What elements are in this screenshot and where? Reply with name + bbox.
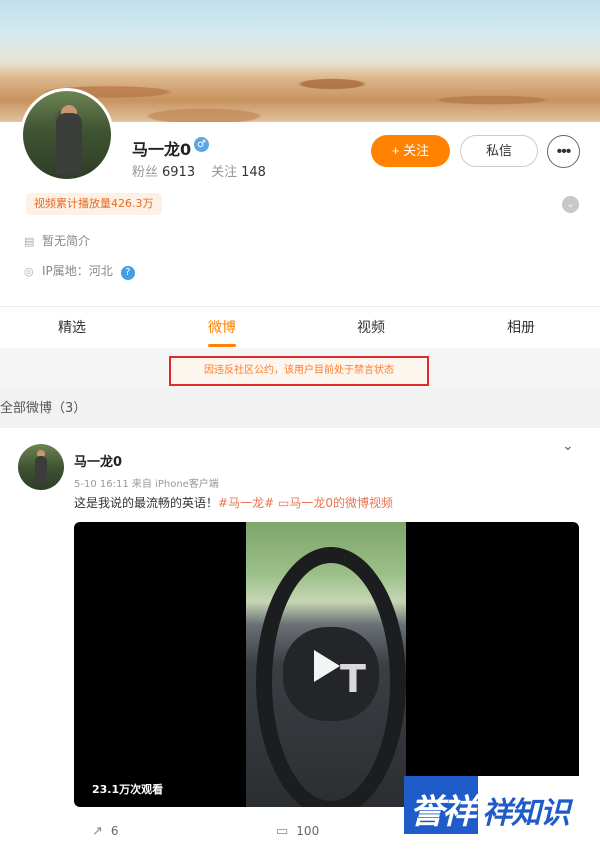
tab-album[interactable]: 相册 bbox=[507, 307, 535, 349]
comment-count: 100 bbox=[296, 824, 320, 838]
repost-count: 6 bbox=[110, 824, 119, 838]
mute-notice: 因违反社区公约，该用户目前处于禁言状态 bbox=[169, 356, 429, 386]
post-text-body: 这是我说的最流畅的英语！ bbox=[74, 496, 219, 510]
section-title[interactable]: 全部微博（3） bbox=[0, 397, 86, 416]
location-icon: ◎ bbox=[24, 265, 34, 278]
comment-button[interactable]: ▭ 100 bbox=[276, 824, 319, 839]
hashtag-link[interactable]: #马一龙# bbox=[218, 496, 274, 510]
chevron-down-icon[interactable]: ⌄ bbox=[562, 438, 574, 454]
avatar-person bbox=[56, 113, 82, 175]
video-camera-icon: ▭ bbox=[277, 496, 290, 510]
bio-row: ▤ 暂无简介 bbox=[24, 232, 90, 249]
video-plays-badge: 视频累计播放量426.3万 bbox=[26, 193, 162, 215]
avatar-person bbox=[35, 456, 47, 486]
tab-weibo[interactable]: 微博 bbox=[208, 307, 236, 349]
watermark: 誉祥 祥知识 bbox=[404, 776, 600, 834]
message-button[interactable]: 私信 bbox=[460, 135, 538, 167]
tesla-logo: T bbox=[340, 657, 366, 701]
fans-label[interactable]: 粉丝 bbox=[132, 165, 158, 180]
tab-videos[interactable]: 视频 bbox=[357, 307, 385, 349]
comment-icon: ▭ bbox=[276, 824, 289, 839]
profile-tabs: 精选 微博 视频 相册 bbox=[0, 306, 600, 348]
repost-button[interactable]: ↗ 6 bbox=[92, 824, 119, 839]
video-player[interactable]: T bbox=[74, 522, 579, 807]
fans-count[interactable]: 6913 bbox=[162, 165, 195, 180]
follow-button[interactable]: + 关注 bbox=[371, 135, 450, 167]
help-icon[interactable]: ? bbox=[120, 266, 135, 280]
ip-location-row: ◎ IP属地：河北? bbox=[24, 262, 135, 280]
ip-location-text: IP属地：河北 bbox=[42, 264, 113, 278]
tab-featured[interactable]: 精选 bbox=[58, 307, 86, 349]
document-icon: ▤ bbox=[24, 235, 35, 248]
more-options-button[interactable]: ••• bbox=[547, 135, 580, 168]
post-author-name[interactable]: 马一龙0 bbox=[74, 451, 122, 470]
play-icon[interactable] bbox=[314, 650, 340, 682]
post-meta: 5-10 16:11 来自 iPhone客户端 bbox=[74, 479, 219, 490]
post-text: 这是我说的最流畅的英语！#马一龙# ▭马一龙0的微博视频 bbox=[74, 494, 393, 511]
repost-icon: ↗ bbox=[92, 824, 103, 839]
post-author-avatar[interactable] bbox=[18, 444, 64, 490]
expand-icon[interactable]: ⌄ bbox=[562, 196, 579, 213]
following-label[interactable]: 关注 bbox=[211, 165, 237, 180]
following-count[interactable]: 148 bbox=[241, 165, 266, 180]
watermark-logo-text: 誉祥 bbox=[410, 792, 476, 832]
profile-avatar[interactable] bbox=[20, 88, 114, 182]
profile-name: 马一龙0 bbox=[132, 140, 192, 159]
video-link[interactable]: 马一龙0的微博视频 bbox=[289, 496, 393, 510]
male-icon: ♂ bbox=[194, 137, 209, 152]
video-view-count: 23.1万次观看 bbox=[92, 783, 164, 796]
profile-stats: 粉丝 6913 关注 148 bbox=[132, 161, 282, 180]
bio-text: 暂无简介 bbox=[42, 234, 91, 248]
watermark-brand-text: 祥知识 bbox=[482, 796, 570, 831]
